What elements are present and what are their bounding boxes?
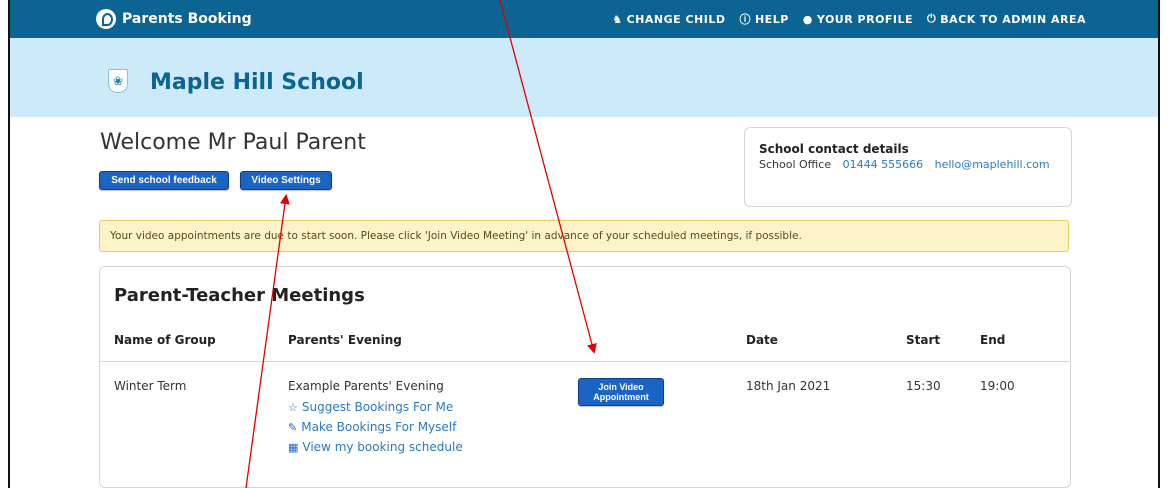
change-child-label: CHANGE CHILD [626,12,726,26]
school-office-label: School Office [759,158,832,171]
meeting-end-cell: 19:00 [980,379,1015,393]
make-bookings-label: Make Bookings For Myself [301,420,457,434]
meeting-date-cell: 18th Jan 2021 [746,379,831,393]
school-crest-icon: ❀ [108,69,128,93]
table-divider [100,361,1070,362]
back-to-admin-label: BACK TO ADMIN AREA [940,12,1086,26]
video-appointment-alert: Your video appointments are due to start… [99,220,1069,252]
top-nav: ♞ CHANGE CHILD ⓘ HELP ● YOUR PROFILE ⏻ B… [612,0,1086,38]
suggest-bookings-label: Suggest Bookings For Me [301,400,454,414]
change-child-link[interactable]: ♞ CHANGE CHILD [612,13,725,26]
parents-evening-name: Example Parents' Evening [288,379,444,393]
school-contact-details: School contact details School Office 014… [744,127,1072,207]
your-profile-link[interactable]: ● YOUR PROFILE [803,13,913,26]
help-icon: ⓘ [739,13,751,26]
users-icon: ♞ [612,12,623,26]
make-bookings-link[interactable]: ✎ Make Bookings For Myself [288,420,456,434]
brand[interactable]: Parents Booking [96,0,252,38]
video-settings-button[interactable]: Video Settings [240,171,332,190]
user-icon: ● [802,12,813,26]
parent-teacher-meetings-panel: Parent-Teacher Meetings Name of Group Pa… [99,266,1071,488]
group-name-cell: Winter Term [114,379,187,393]
column-header-date: Date [746,333,778,347]
join-video-appointment-button[interactable]: Join Video Appointment [578,378,664,406]
meeting-start-cell: 15:30 [906,379,941,393]
contact-title: School contact details [759,142,909,156]
column-header-parents-evening: Parents' Evening [288,333,402,347]
help-label: HELP [754,12,789,26]
your-profile-label: YOUR PROFILE [816,12,914,26]
column-header-start: Start [906,333,941,347]
school-email-link[interactable]: hello@maplehill.com [935,158,1050,171]
parents-booking-logo-icon [96,9,116,29]
power-icon: ⏻ [927,12,937,25]
star-icon: ☆ [288,400,298,414]
school-name: Maple Hill School [150,70,364,95]
top-navigation-bar: Parents Booking ♞ CHANGE CHILD ⓘ HELP ● … [10,0,1158,38]
pencil-icon: ✎ [288,420,298,434]
column-header-group: Name of Group [114,333,216,347]
column-header-end: End [980,333,1006,347]
welcome-heading: Welcome Mr Paul Parent [100,130,366,155]
contact-row: School Office 01444 555666 hello@maplehi… [759,158,1050,171]
calendar-icon: ▦ [288,440,299,454]
back-to-admin-link[interactable]: ⏻ BACK TO ADMIN AREA [927,12,1086,26]
meetings-title: Parent-Teacher Meetings [114,285,365,306]
help-link[interactable]: ⓘ HELP [739,11,788,27]
school-header: ❀ Maple Hill School [10,38,1158,117]
view-booking-schedule-label: View my booking schedule [302,440,463,454]
suggest-bookings-link[interactable]: ☆ Suggest Bookings For Me [288,400,453,414]
school-phone-link[interactable]: 01444 555666 [843,158,923,171]
brand-name: Parents Booking [122,11,252,27]
send-school-feedback-button[interactable]: Send school feedback [99,171,229,190]
view-booking-schedule-link[interactable]: ▦ View my booking schedule [288,440,463,454]
right-frame-border [1158,0,1160,488]
